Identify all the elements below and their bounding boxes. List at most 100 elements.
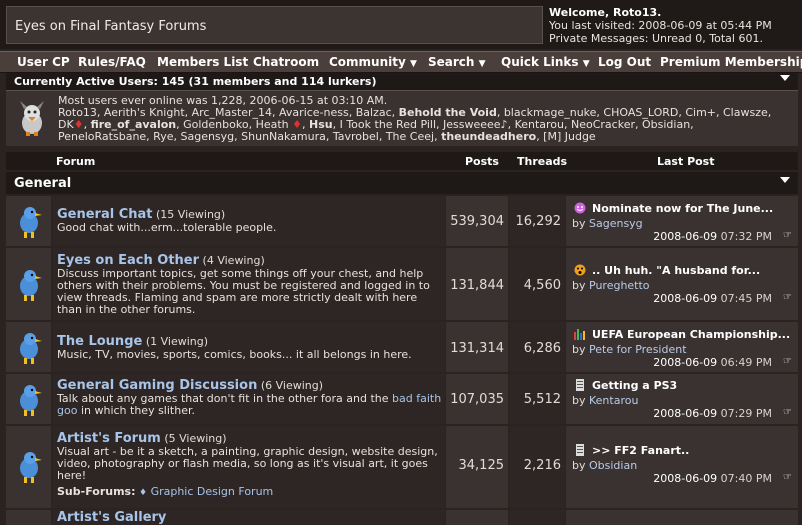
dropdown-arrow-icon: ▼ (410, 59, 417, 69)
category-title[interactable]: General (14, 176, 71, 191)
last-post-date: 2008-06-09 06:49 PM (653, 356, 772, 369)
forum-description: Good chat with...erm...tolerable people. (57, 221, 277, 234)
dropdown-arrow-icon: ▼ (582, 59, 590, 69)
threads-cell (509, 510, 565, 525)
collapse-icon[interactable] (780, 177, 790, 183)
threads-cell: 6,286 (509, 322, 565, 372)
posts-cell: 539,304 (446, 196, 508, 246)
forum-title-general-gaming-discussion[interactable]: General Gaming Discussion (57, 378, 257, 393)
last-post-cell (566, 510, 798, 525)
subforum-graphic-design-link[interactable]: Graphic Design Forum (151, 485, 274, 498)
active-users-list: Most users ever online was 1,228, 2006-0… (58, 95, 792, 143)
active-users-heading-bar: Currently Active Users: 145 (31 members … (6, 73, 798, 91)
last-post-user[interactable]: Kentarou (589, 394, 638, 407)
subforums: Sub-Forums: ♦ Graphic Design Forum (57, 485, 274, 499)
last-post-author: by Pureghetto (572, 279, 650, 292)
forum-status-cell (6, 426, 51, 508)
go-to-last-post-icon[interactable]: ☞ (783, 356, 792, 367)
posts-count: 131,314 (450, 341, 504, 356)
forum-status-cell (6, 248, 51, 320)
dropdown-arrow-icon: ▼ (478, 59, 486, 69)
last-post-title[interactable]: .. Uh huh. "A husband for... (592, 264, 760, 277)
forum-description: Music, TV, movies, sports, comics, books… (57, 348, 412, 361)
go-to-last-post-icon[interactable]: ☞ (783, 292, 792, 303)
last-post-title[interactable]: UEFA European Championship... (592, 328, 790, 341)
category-general: General (6, 172, 798, 194)
threads-count: 2,216 (523, 458, 561, 473)
collapse-icon[interactable] (780, 75, 790, 81)
viewing-count: (1 Viewing) (145, 335, 209, 348)
last-post-user[interactable]: Obsidian (589, 459, 637, 472)
forum-info-cell: Artist's Forum (5 Viewing) Visual art - … (52, 426, 445, 508)
last-visited: You last visited: 2008-06-09 at 05:44 PM (549, 19, 772, 32)
private-messages-link[interactable]: Private Messages: Unread 0, Total 601. (549, 32, 798, 45)
forum-title-general-chat[interactable]: General Chat (57, 207, 153, 222)
forum-row: General Chat (15 Viewing) Good chat with… (6, 196, 798, 246)
viewing-count: (5 Viewing) (164, 432, 227, 445)
threads-count: 6,286 (523, 341, 561, 356)
last-post-title[interactable]: Getting a PS3 (592, 379, 677, 392)
go-to-last-post-icon[interactable]: ☞ (783, 230, 792, 241)
nav-premium-membership[interactable]: Premium Membership (660, 55, 802, 69)
nav-log-out[interactable]: Log Out (598, 55, 651, 69)
forum-title-eyes-on-each-other[interactable]: Eyes on Each Other (57, 253, 199, 268)
go-to-last-post-icon[interactable]: ☞ (783, 407, 792, 418)
last-post-user[interactable]: Sagensyg (589, 217, 643, 230)
forum-row: Artist's Gallery (6, 510, 798, 525)
threads-count: 4,560 (523, 278, 561, 293)
forum-status-cell (6, 196, 51, 246)
last-post-cell: Nominate now for The June... by Sagensyg… (566, 196, 798, 246)
threads-cell: 5,512 (509, 374, 565, 424)
posts-cell: 131,314 (446, 322, 508, 372)
active-users-heading[interactable]: Currently Active Users: 145 (31 members … (14, 75, 376, 88)
forum-row: Eyes on Each Other (4 Viewing) Discuss i… (6, 248, 798, 320)
posts-count: 34,125 (458, 458, 505, 473)
subforum-bullet-icon: ♦ (138, 488, 148, 498)
forum-status-cell (6, 374, 51, 424)
chocobo-icon (20, 207, 42, 238)
threads-count: 16,292 (515, 214, 562, 229)
last-post-author: by Obsidian (572, 459, 638, 472)
forum-description: Talk about any games that don't fit in t… (57, 392, 442, 417)
nav-search[interactable]: Search ▼ (428, 55, 486, 69)
forum-info-cell: General Gaming Discussion (6 Viewing) Ta… (52, 374, 445, 424)
forum-status-cell (6, 322, 51, 372)
go-to-last-post-icon[interactable]: ☞ (783, 472, 792, 483)
active-users-box: Most users ever online was 1,228, 2006-0… (6, 91, 798, 146)
last-post-author: by Pete for President (572, 343, 687, 356)
nav-chatroom[interactable]: Chatroom (253, 55, 319, 69)
column-posts: Posts (465, 155, 499, 168)
last-post-user[interactable]: Pureghetto (589, 279, 650, 292)
forum-info-cell: Eyes on Each Other (4 Viewing) Discuss i… (52, 248, 445, 320)
last-post-title[interactable]: >> FF2 Fanart.. (592, 444, 689, 457)
forum-title-artists-gallery[interactable]: Artist's Gallery (57, 510, 166, 525)
navbar: User CP Rules/FAQ Members List Chatroom … (0, 51, 802, 73)
viewing-count: (4 Viewing) (202, 254, 265, 267)
nav-members-list[interactable]: Members List (157, 55, 248, 69)
posts-cell (446, 510, 508, 525)
welcome-text: Welcome, Roto13. (549, 6, 662, 19)
posts-count: 539,304 (450, 214, 504, 229)
last-post-user[interactable]: Pete for President (589, 343, 687, 356)
last-post-date: 2008-06-09 07:45 PM (653, 292, 772, 305)
document-icon (576, 444, 584, 456)
last-post-author: by Sagensyg (572, 217, 643, 230)
nav-rules-faq[interactable]: Rules/FAQ (78, 55, 146, 69)
nav-quick-links[interactable]: Quick Links ▼ (501, 55, 590, 69)
last-post-cell: >> FF2 Fanart.. by Obsidian 2008-06-09 0… (566, 426, 798, 508)
site-title[interactable]: Eyes on Final Fantasy Forums (6, 6, 543, 44)
forum-title-the-lounge[interactable]: The Lounge (57, 334, 142, 349)
welcome-panel: Welcome, Roto13. You last visited: 2008-… (549, 6, 798, 46)
posts-count: 107,035 (450, 392, 504, 407)
nav-community[interactable]: Community ▼ (329, 55, 417, 69)
last-post-cell: UEFA European Championship... by Pete fo… (566, 322, 798, 372)
moogle-icon (20, 101, 44, 136)
posts-count: 131,844 (450, 278, 504, 293)
last-post-date: 2008-06-09 07:29 PM (653, 407, 772, 420)
forum-title-artists-forum[interactable]: Artist's Forum (57, 431, 161, 446)
column-forum: Forum (56, 155, 96, 168)
header: Eyes on Final Fantasy Forums Welcome, Ro… (0, 0, 802, 49)
last-post-title[interactable]: Nominate now for The June... (592, 202, 773, 215)
forum-row: The Lounge (1 Viewing) Music, TV, movies… (6, 322, 798, 372)
nav-user-cp[interactable]: User CP (17, 55, 70, 69)
